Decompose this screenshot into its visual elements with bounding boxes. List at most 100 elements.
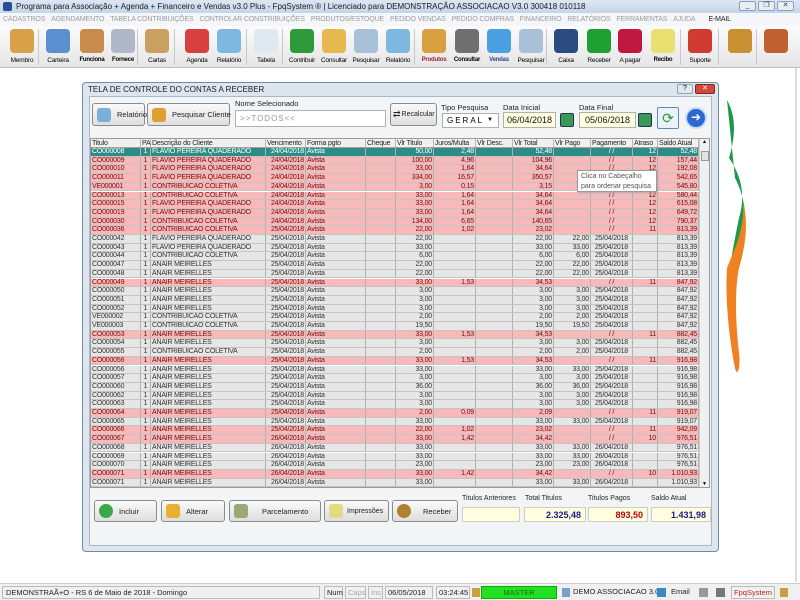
table-row[interactable]: CO000056 1 ANAIR MEIRELLES 25/04/2018 Avista… [91,356,699,366]
close-button[interactable]: ✕ [777,1,794,11]
table-row[interactable]: CO000048 1 ANAIR MEIRELLES 25/04/2018 Avista… [91,269,699,279]
table-row[interactable]: CO000050 1 ANAIR MEIRELLES 25/04/2018 Avista… [91,287,699,296]
receber-button[interactable]: Receber [392,500,458,522]
column-header[interactable]: Descrição do Cliente [151,139,266,147]
menu-item-pedido-vendas[interactable]: PEDIDO VENDAS [390,16,446,23]
table-row[interactable]: CO000057 1 ANAIR MEIRELLES 25/04/2018 Avista… [91,374,699,383]
parcelamento-button[interactable]: Parcelamento [229,500,321,522]
table-row[interactable]: CO000062 1 ANAIR MEIRELLES 25/04/2018 Avista… [91,391,699,401]
table-row[interactable]: CO000068 1 ANAIR MEIRELLES 26/04/2018 Avista… [91,443,699,453]
toolbar-button-receber[interactable]: Receber [582,27,616,67]
table-row[interactable]: CO000043 1 FLAVIO PEREIRA QUADERADO 25/04/2… [91,243,699,253]
column-header[interactable]: Vlr Pago [554,139,591,147]
table-row[interactable]: CO000044 1 CONTRIBUICAO COLETIVA 25/04/2018… [91,252,699,262]
toolbar-button-exit[interactable] [759,27,793,67]
tipo-pesquisa-select[interactable]: GERAL ▼ [442,113,499,128]
toolbar-button-caixa[interactable]: Caixa [549,27,583,67]
toolbar-button-contribuir[interactable]: Contribuir [285,27,319,67]
table-row[interactable]: CO000051 1 ANAIR MEIRELLES 25/04/2018 Avista… [91,295,699,305]
nome-selecionado-input[interactable]: >>TODOS<< [235,110,386,127]
relatorio-button[interactable]: Relatório [92,103,147,126]
table-row[interactable]: CO000015 1 FLAVIO PEREIRA QUADERADO 24/04/2… [91,200,699,209]
toolbar-button-recibo[interactable]: Recibo [646,27,680,67]
toolbar-button-relat-rio[interactable]: Relatório [381,27,415,67]
table-row[interactable]: VE000003 1 CONTRIBUICAO COLETIVA 25/04/2018… [91,322,699,331]
toolbar-button-carteira[interactable]: Carteira [41,27,75,67]
toolbar-button-funciona[interactable]: Funciona [75,27,109,67]
menu-item-relat-rios[interactable]: RELATÓRIOS [567,16,610,23]
table-row[interactable]: CO000047 1 ANAIR MEIRELLES 25/04/2018 Avista… [91,261,699,270]
table-row[interactable]: CO000066 1 ANAIR MEIRELLES 25/04/2018 Avista… [91,426,699,436]
column-header[interactable]: Vlr Desc. [476,139,513,147]
table-row[interactable]: CO000054 1 ANAIR MEIRELLES 25/04/2018 Avista… [91,339,699,349]
column-header[interactable]: Vlr Total [513,139,554,147]
impressoes-button[interactable]: Impressões [324,500,389,522]
dialog-close-button[interactable]: ✕ [695,84,715,94]
toolbar-button-suporte[interactable]: Suporte [683,27,717,67]
toolbar-button-pesquisar[interactable]: Pesquisar [514,27,548,67]
toolbar-button-relat-rio[interactable]: Relatório [212,27,246,67]
table-row[interactable]: CO000052 1 ANAIR MEIRELLES 25/04/2018 Avista… [91,304,699,314]
table-row[interactable]: CO000019 1 FLAVIO PEREIRA QUADERADO 24/04/2… [91,208,699,218]
printer-icon[interactable] [699,588,708,597]
calculator-icon[interactable] [716,588,725,597]
toolbar-button-pesquisar[interactable]: Pesquisar [349,27,383,67]
table-row[interactable]: CO000030 1 CONTRIBUICAO COLETIVA 24/04/2018… [91,217,699,227]
alterar-button[interactable]: Alterar [161,500,225,522]
column-header[interactable]: PA [141,139,151,147]
column-header[interactable]: Saldo Atual [658,139,699,147]
menu-item-financeiro[interactable]: FINANCEIRO [520,16,562,23]
data-final-input[interactable]: 05/06/2018 [579,112,636,128]
column-header[interactable]: Forma pgto [306,139,366,147]
menu-item-agendamento[interactable]: AGENDAMENTO [51,16,104,23]
toolbar-button-fornece[interactable]: Fornece [106,27,140,67]
table-row[interactable]: CO000009 1 FLAVIO PEREIRA QUADERADO 24/04/2… [91,156,699,166]
column-header[interactable]: Titulo [91,139,141,147]
table-row[interactable]: CO000036 1 CONTRIBUICAO COLETIVA 25/04/2018… [91,226,699,235]
toolbar-button-consultar[interactable]: Consultar [450,27,484,67]
table-row[interactable]: CO000065 1 ANAIR MEIRELLES 25/04/2018 Avista… [91,417,699,427]
table-row[interactable]: VE000002 1 CONTRIBUICAO COLETIVA 25/04/2018… [91,313,699,322]
table-row[interactable]: CO000071 1 ANAIR MEIRELLES 26/04/2018 Avista… [91,469,699,479]
toolbar-button-consultar[interactable]: Consultar [317,27,351,67]
table-row[interactable]: CO000053 1 ANAIR MEIRELLES 25/04/2018 Avista… [91,330,699,340]
table-row[interactable]: CO000067 1 ANAIR MEIRELLES 26/04/2018 Avista… [91,435,699,444]
table-row[interactable]: CO000008 1 FLAVIO PEREIRA QUADERADO 24/04/2… [91,148,699,157]
scrollbar-thumb[interactable] [701,151,709,161]
scroll-down-icon[interactable]: ▼ [702,481,707,487]
column-header[interactable]: Atraso [633,139,658,147]
scroll-up-icon[interactable]: ▲ [702,139,707,145]
help-button[interactable]: ? [677,84,693,94]
menu-item-pedido-compras[interactable]: PEDIDO COMPRAS [452,16,514,23]
column-header[interactable]: Cheque [366,139,396,147]
maximize-button[interactable]: ❐ [758,1,775,11]
minimize-button[interactable]: _ [739,1,756,11]
table-row[interactable]: CO000049 1 ANAIR MEIRELLES 25/04/2018 Avista… [91,278,699,288]
column-header[interactable]: Vencimento [266,139,306,147]
pesquisar-cliente-button[interactable]: Pesquisar Cliente [147,103,231,126]
recalcular-button[interactable]: ⇄ Recalcular [390,103,437,126]
table-row[interactable]: CO000055 1 CONTRIBUICAO COLETIVA 25/04/2018… [91,348,699,357]
table-row[interactable]: CO000056 1 ANAIR MEIRELLES 25/04/2018 Avista… [91,365,699,375]
table-row[interactable]: CO000042 1 FLAVIO PEREIRA QUADERADO 25/04/2… [91,235,699,244]
column-header[interactable]: Pagamento [591,139,633,147]
incluir-button[interactable]: Incluir [94,500,157,522]
toolbar-button-produtos[interactable]: Produtos [417,27,451,67]
menu-item-ferramentas[interactable]: FERRAMENTAS [617,16,668,23]
toolbar-button-agenda[interactable]: Agenda [180,27,214,67]
menu-item-produtos-estoque[interactable]: PRODUTOS/ESTOQUE [311,16,384,23]
menu-item-controlar-constribui-es[interactable]: CONTROLAR CONSTRIBUIÇÕES [200,16,305,23]
table-row[interactable]: CO000071 1 ANAIR MEIRELLES 26/04/2018 Avista… [91,478,699,488]
column-header[interactable]: Vlr Titulo [396,139,434,147]
toolbar-button-tabela[interactable]: Tabela [249,27,283,67]
calendar-icon[interactable] [560,113,574,127]
toolbar-button-a-pagar[interactable]: A pagar [613,27,647,67]
menu-item-e-mail[interactable]: E-MAIL [708,16,731,23]
table-row[interactable]: CO000064 1 ANAIR MEIRELLES 25/04/2018 Avista… [91,409,699,418]
data-inicial-input[interactable]: 06/04/2018 [503,112,556,128]
table-row[interactable]: CO000060 1 ANAIR MEIRELLES 25/04/2018 Avista… [91,382,699,392]
menu-item-tabela-contribui-es[interactable]: TABELA CONTRIBUIÇÕES [110,16,193,23]
status-email[interactable]: Email [668,586,693,599]
menu-item-cadastros[interactable]: CADASTROS [3,16,45,23]
toolbar-button-coins[interactable] [723,27,757,67]
